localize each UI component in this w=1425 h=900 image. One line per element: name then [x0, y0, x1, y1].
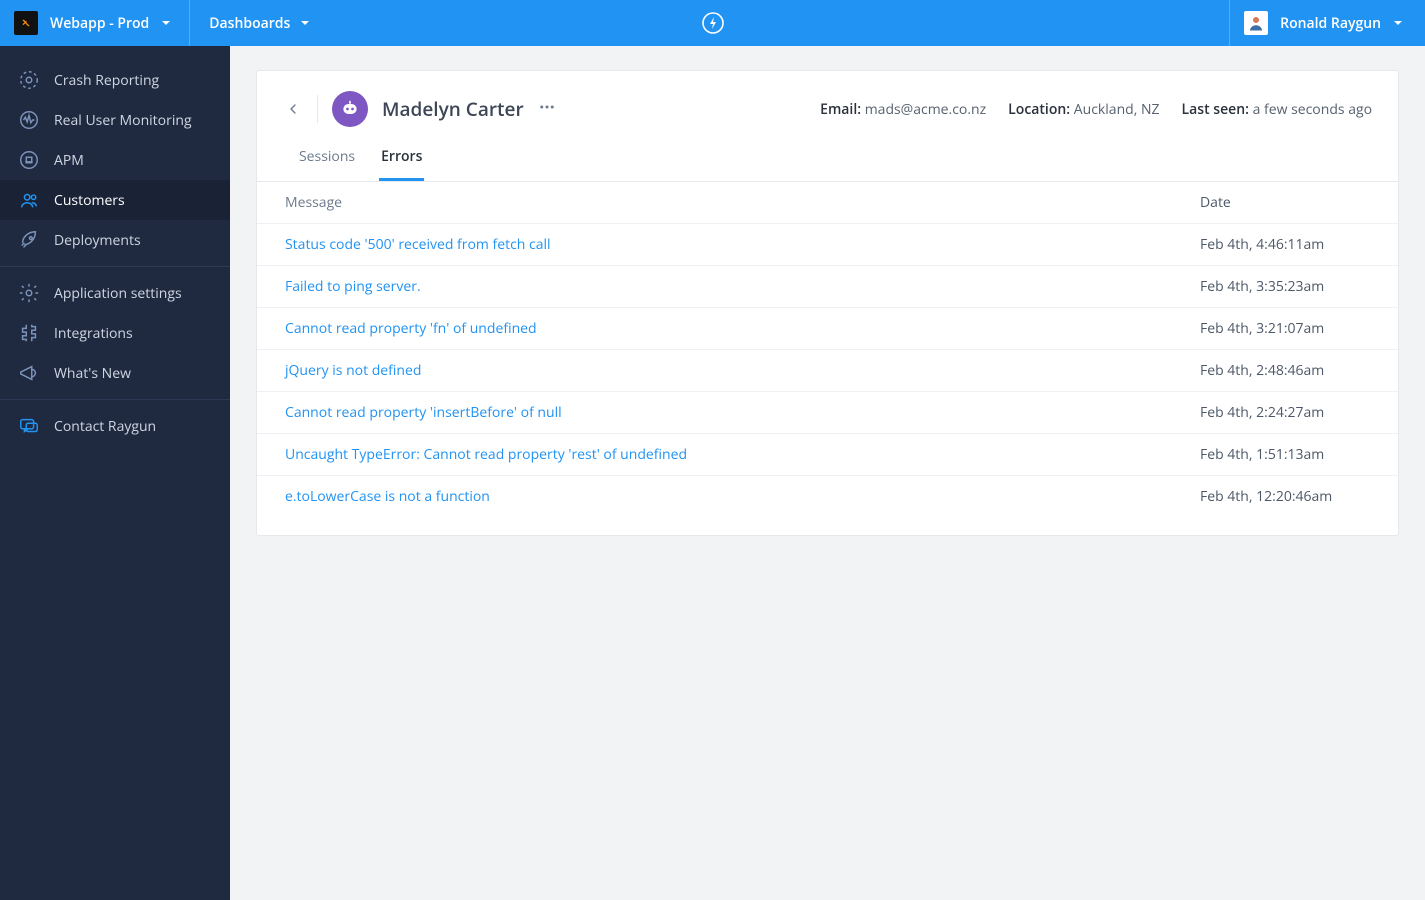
sidebar-item-deployments[interactable]: Deployments [0, 220, 230, 260]
nav-dashboards[interactable]: Dashboards [189, 0, 330, 46]
caret-down-icon [1393, 18, 1403, 28]
error-date: Feb 4th, 4:46:11am [1200, 235, 1370, 254]
app-logo-icon [14, 11, 38, 35]
customer-tabs: Sessions Errors [257, 127, 1398, 182]
user-name: Ronald Raygun [1280, 14, 1381, 33]
sidebar-item-label: Crash Reporting [54, 71, 159, 90]
tab-errors[interactable]: Errors [379, 137, 424, 181]
table-header: Message Date [257, 182, 1398, 224]
sidebar-item-label: APM [54, 151, 84, 170]
location-value: Auckland, NZ [1074, 100, 1160, 119]
customer-avatar-icon [332, 91, 368, 127]
email-value: mads@acme.co.nz [865, 100, 986, 119]
sidebar-item-label: Real User Monitoring [54, 111, 192, 130]
customer-location: Location: Auckland, NZ [1008, 100, 1159, 119]
lastseen-label: Last seen: [1182, 100, 1249, 119]
nav-dashboards-label: Dashboards [209, 14, 290, 33]
customers-icon [18, 189, 40, 211]
sidebar-item-apm[interactable]: APM [0, 140, 230, 180]
rum-icon [18, 109, 40, 131]
sidebar-item-contact[interactable]: Contact Raygun [0, 406, 230, 446]
divider [317, 95, 318, 123]
table-row: Status code '500' received from fetch ca… [257, 224, 1398, 266]
app-settings-icon [18, 282, 40, 304]
topbar: Webapp - Prod Dashboards Ronald Raygun [0, 0, 1425, 46]
table-row: Cannot read property 'insertBefore' of n… [257, 392, 1398, 434]
email-label: Email: [820, 100, 861, 119]
error-link[interactable]: Uncaught TypeError: Cannot read property… [285, 445, 1200, 464]
sidebar-item-label: Contact Raygun [54, 417, 156, 436]
caret-down-icon [300, 18, 310, 28]
sidebar-item-crash-reporting[interactable]: Crash Reporting [0, 60, 230, 100]
sidebar-item-label: Deployments [54, 231, 141, 250]
sidebar-item-label: What's New [54, 364, 131, 383]
customer-lastseen: Last seen: a few seconds ago [1182, 100, 1372, 119]
table-row: Uncaught TypeError: Cannot read property… [257, 434, 1398, 476]
error-link[interactable]: jQuery is not defined [285, 361, 1200, 380]
user-menu[interactable]: Ronald Raygun [1230, 0, 1425, 46]
col-header-date: Date [1200, 193, 1370, 212]
error-date: Feb 4th, 2:48:46am [1200, 361, 1370, 380]
app-switcher[interactable]: Webapp - Prod [0, 0, 189, 46]
error-table: Message Date Status code '500' received … [257, 182, 1398, 535]
customer-panel: Madelyn Carter Email: mads@acme.co.nz Lo… [256, 70, 1399, 536]
apm-icon [18, 149, 40, 171]
error-link[interactable]: Status code '500' received from fetch ca… [285, 235, 1200, 254]
sidebar-item-integrations[interactable]: Integrations [0, 313, 230, 353]
sidebar-item-rum[interactable]: Real User Monitoring [0, 100, 230, 140]
table-row: Cannot read property 'fn' of undefinedFe… [257, 308, 1398, 350]
error-date: Feb 4th, 1:51:13am [1200, 445, 1370, 464]
deployments-icon [18, 229, 40, 251]
sidebar-item-label: Integrations [54, 324, 133, 343]
error-link[interactable]: Cannot read property 'fn' of undefined [285, 319, 1200, 338]
sidebar-item-app-settings[interactable]: Application settings [0, 273, 230, 313]
error-date: Feb 4th, 3:35:23am [1200, 277, 1370, 296]
error-link[interactable]: Failed to ping server. [285, 277, 1200, 296]
content: Madelyn Carter Email: mads@acme.co.nz Lo… [230, 46, 1425, 900]
back-button[interactable] [283, 99, 303, 119]
sidebar-item-label: Customers [54, 191, 125, 210]
error-date: Feb 4th, 2:24:27am [1200, 403, 1370, 422]
error-date: Feb 4th, 12:20:46am [1200, 487, 1370, 506]
location-label: Location: [1008, 100, 1070, 119]
crash-reporting-icon [18, 69, 40, 91]
col-header-message: Message [285, 193, 1200, 212]
tab-sessions[interactable]: Sessions [297, 137, 357, 181]
user-avatar-icon [1244, 11, 1268, 35]
error-link[interactable]: e.toLowerCase is not a function [285, 487, 1200, 506]
error-date: Feb 4th, 3:21:07am [1200, 319, 1370, 338]
sidebar: Crash Reporting Real User Monitoring APM Cu… [0, 46, 230, 900]
sidebar-item-customers[interactable]: Customers [0, 180, 230, 220]
integrations-icon [18, 322, 40, 344]
more-actions-button[interactable] [538, 98, 556, 121]
contact-icon [18, 415, 40, 437]
sidebar-item-label: Application settings [54, 284, 182, 303]
brand-bolt-icon [701, 11, 725, 40]
customer-name: Madelyn Carter [382, 96, 524, 122]
error-link[interactable]: Cannot read property 'insertBefore' of n… [285, 403, 1200, 422]
table-row: jQuery is not definedFeb 4th, 2:48:46am [257, 350, 1398, 392]
app-name: Webapp - Prod [50, 14, 149, 33]
sidebar-item-whats-new[interactable]: What's New [0, 353, 230, 393]
lastseen-value: a few seconds ago [1253, 100, 1372, 119]
table-row: Failed to ping server.Feb 4th, 3:35:23am [257, 266, 1398, 308]
customer-email: Email: mads@acme.co.nz [820, 100, 986, 119]
customer-header: Madelyn Carter Email: mads@acme.co.nz Lo… [257, 71, 1398, 127]
whats-new-icon [18, 362, 40, 384]
table-row: e.toLowerCase is not a functionFeb 4th, … [257, 476, 1398, 517]
caret-down-icon [161, 18, 171, 28]
